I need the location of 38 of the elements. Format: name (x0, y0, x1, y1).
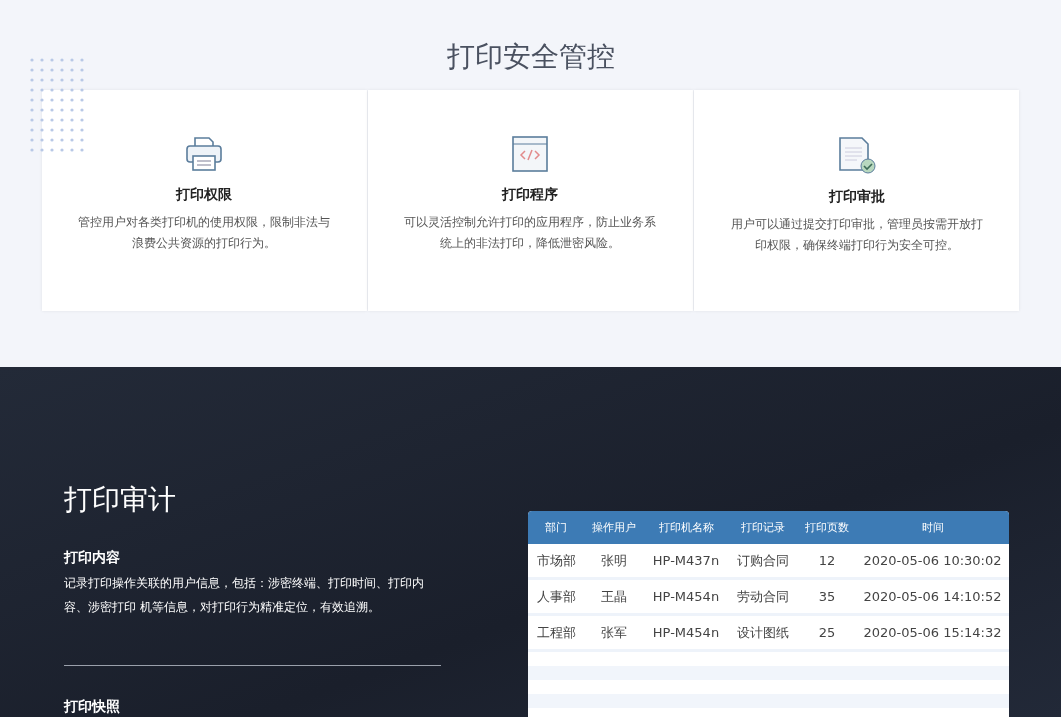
table-cell-text: HP-M437n (651, 553, 721, 568)
column-header: 时间 (920, 520, 945, 535)
table-cell-text: HP-M454n (651, 625, 721, 640)
printer-icon (185, 136, 224, 172)
column-header: 操作用户 (591, 520, 637, 535)
table-cell-text: 订购合同 (736, 551, 790, 570)
table-cell-text: 2020-05-06 14:10:52 (862, 589, 1003, 604)
card-title: 打印程序 (502, 186, 559, 204)
table-cell-text: 35 (817, 589, 837, 604)
column-header: 部门 (544, 520, 568, 535)
column-header: 打印记录 (740, 520, 786, 535)
table-cell-text: 劳动合同 (736, 587, 790, 606)
table-cell-text: 设计图纸 (736, 623, 790, 642)
table-cell-text: 张明 (600, 551, 628, 570)
table-cell-text: HP-M454n (651, 589, 721, 604)
table-cell-text: 12 (817, 553, 837, 568)
section-title: 打印审计 (64, 483, 177, 517)
card-title: 打印权限 (176, 186, 233, 204)
table-cell-text: 王晶 (600, 587, 628, 606)
subsection-description: 记录打印操作关联的用户信息，包括：涉密终端、打印时间、打印内容、涉密打印 机等信息，对打印行为精准定位，有效追溯。 (64, 575, 425, 616)
card-description: 用户可以通过提交打印审批，管理员按需开放打印权限，确保终端打印行为安全可控。 (729, 216, 984, 254)
table-cell-text: 张军 (600, 623, 628, 642)
table-cell-text: 工程部 (535, 623, 577, 642)
card-title: 打印审批 (828, 188, 885, 206)
table-cell-text: 2020-05-06 15:14:32 (862, 625, 1003, 640)
subsection-title: 打印快照 (64, 697, 121, 716)
card-description: 管控用户对各类打印机的使用权限，限制非法与浪费公共资源的打印行为。 (77, 214, 332, 252)
code-window-icon (512, 136, 549, 172)
table-cell-text: 2020-05-06 10:30:02 (862, 553, 1003, 568)
subsection-title: 打印内容 (64, 548, 121, 567)
table-cell-text: 市场部 (535, 551, 577, 570)
document-check-icon (837, 136, 876, 174)
table-cell-text: 人事部 (535, 587, 577, 606)
card-description: 可以灵活控制允许打印的应用程序，防止业务系统上的非法打印，降低泄密风险。 (403, 214, 658, 252)
table-cell-text: 25 (817, 625, 837, 640)
column-header: 打印机名称 (657, 520, 715, 535)
section-title: 打印安全管控 (446, 40, 615, 74)
column-header: 打印页数 (804, 520, 850, 535)
